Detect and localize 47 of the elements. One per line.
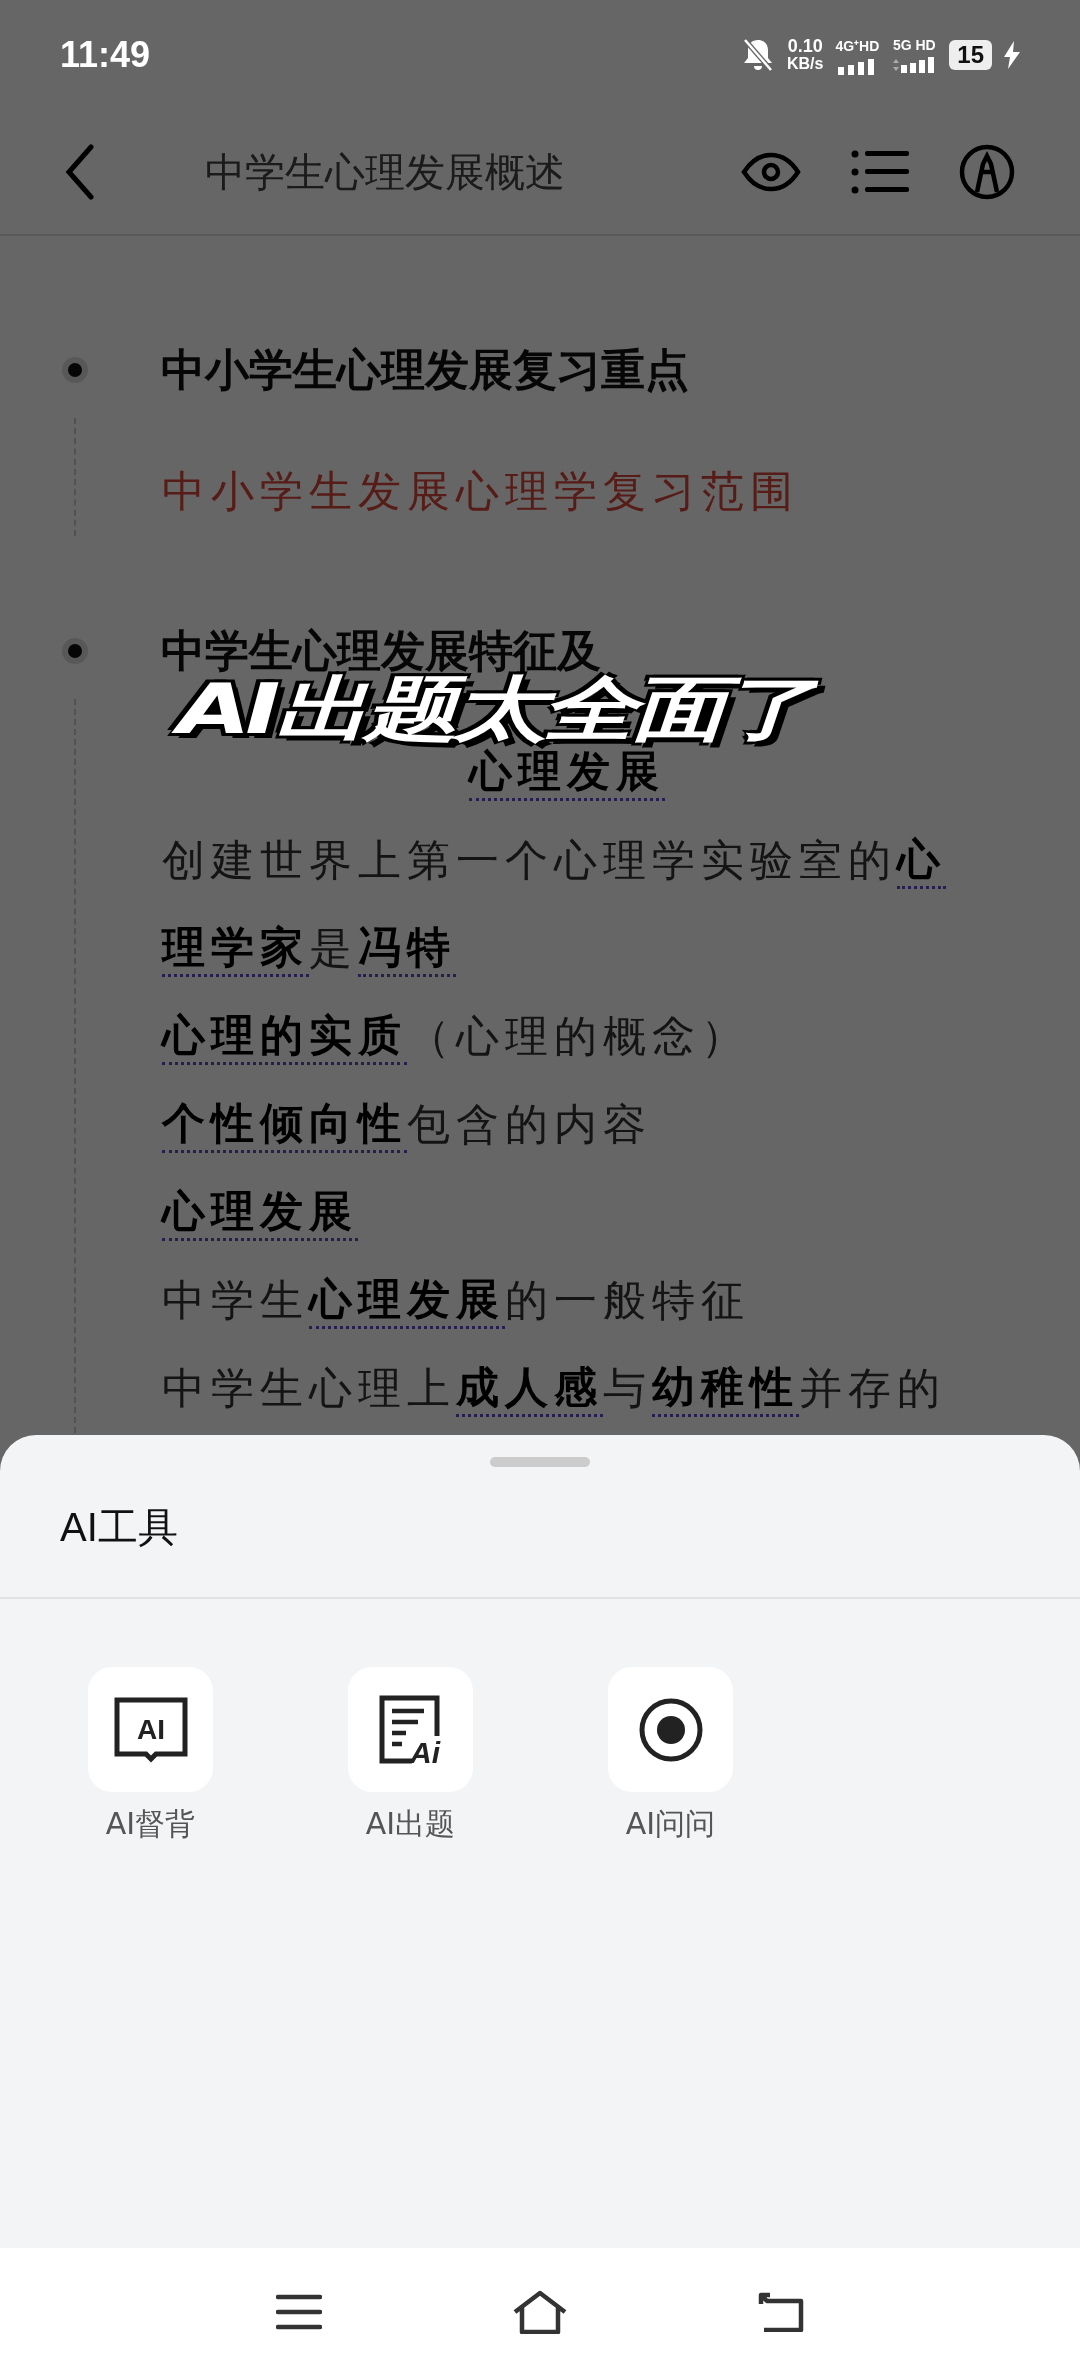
pen-circle-icon[interactable] [959, 144, 1015, 200]
back-icon[interactable] [65, 144, 95, 200]
speed-unit: KB/s [786, 55, 824, 73]
menu-icon[interactable] [276, 2294, 322, 2330]
outline-text: 包含的内容 [407, 1098, 652, 1151]
term-text[interactable]: 心理的实质 [162, 1008, 407, 1066]
outline-text: 中学生 [162, 1274, 309, 1327]
term-text[interactable]: 冯特 [358, 920, 456, 978]
outline-text: 是 [309, 922, 358, 975]
outline-heading[interactable]: 中小学生心理发展复习重点 [161, 340, 689, 400]
outline-text: 创建世界上第一个心理学实验室的 [162, 834, 897, 887]
network-speed: 0.10 [787, 37, 823, 55]
term-text[interactable]: 理学家 [162, 920, 309, 978]
battery-level: 15 [949, 40, 992, 70]
back-nav-icon[interactable] [758, 2292, 804, 2332]
tool-label: AI问问 [625, 1805, 716, 1843]
outline-text: 与 [603, 1362, 652, 1415]
tool-label: AI出题 [365, 1805, 456, 1843]
term-text[interactable]: 成人感 [456, 1360, 603, 1418]
term-text[interactable]: 心理发展 [162, 1184, 358, 1242]
eye-icon[interactable] [741, 152, 801, 192]
outline-text: （心理的概念） [407, 1010, 750, 1063]
network-type: 4G⁺HD [835, 36, 880, 55]
book-icon: AI [113, 1696, 188, 1763]
outline-text: 中学生心理上 [162, 1362, 456, 1415]
term-text[interactable]: 幼稚性 [652, 1360, 799, 1418]
page-title: 中学生心理发展概述 [205, 147, 566, 197]
network-type: 5G HD [892, 37, 936, 53]
signal-icon [838, 58, 877, 75]
home-icon[interactable] [512, 2290, 568, 2334]
tool-tile[interactable]: Ai [348, 1667, 473, 1792]
term-text[interactable]: 个性倾向性 [162, 1096, 407, 1154]
tool-label: AI督背 [105, 1805, 196, 1843]
term-text[interactable]: 心理发展 [309, 1272, 505, 1330]
term-text[interactable]: 心理发展 [469, 744, 665, 802]
sheet-title: AI工具 [0, 1467, 1080, 1599]
list-icon[interactable] [851, 150, 909, 194]
record-icon [637, 1696, 704, 1763]
outline-text: 并存的 [799, 1362, 946, 1415]
charging-icon [1004, 41, 1020, 69]
outline-link[interactable]: 中小学生发展心理学复习范围 [162, 463, 799, 521]
drag-handle[interactable] [490, 1457, 590, 1467]
tool-tile[interactable]: AI [88, 1667, 213, 1792]
status-time: 11:49 [60, 34, 151, 76]
outline-text: 的一般特征 [505, 1274, 750, 1327]
tool-tile[interactable] [608, 1667, 733, 1792]
term-text[interactable]: 心 [897, 832, 946, 890]
